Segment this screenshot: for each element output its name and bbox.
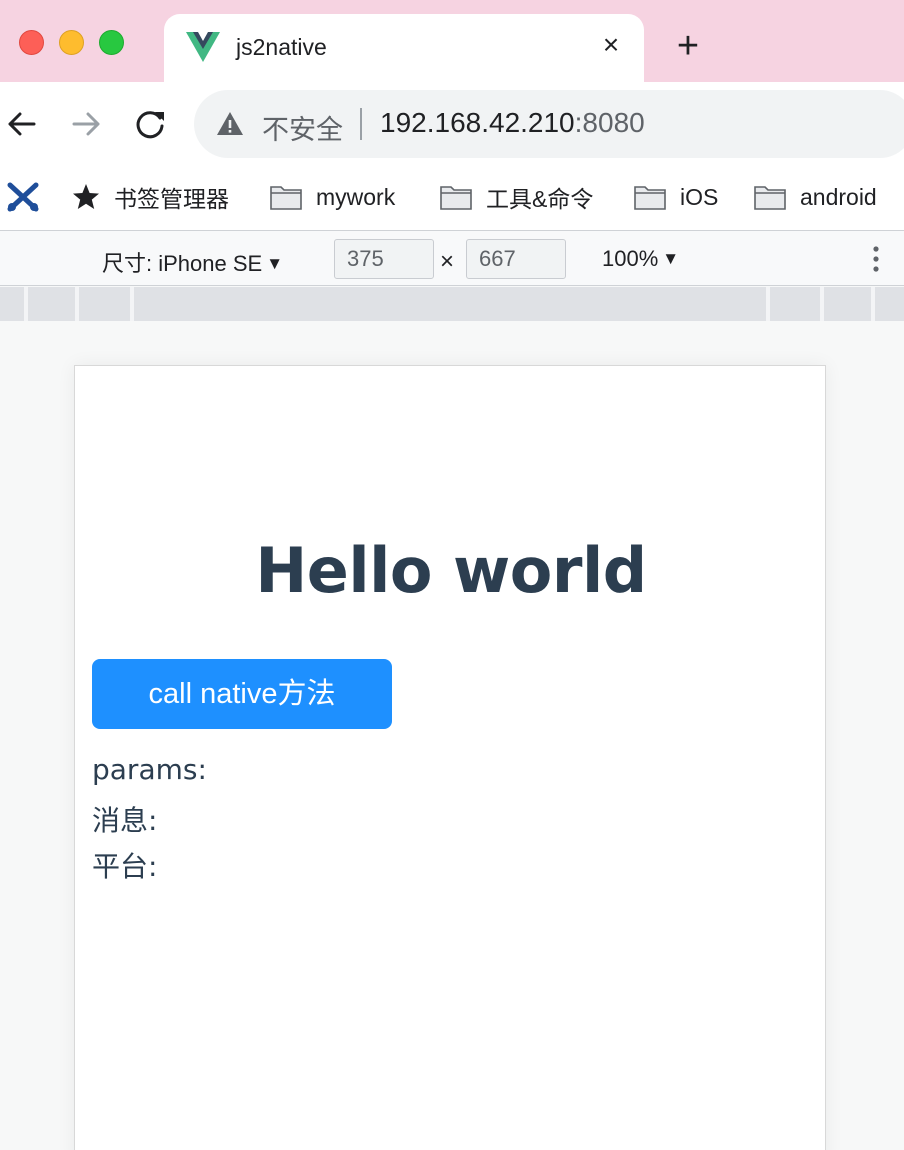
dropdown-caret-icon: ▼ [662,249,680,268]
forward-arrow-icon[interactable] [64,102,108,146]
url-host: 192.168.42.210 [380,107,575,138]
ruler-tick [820,287,824,321]
bookmark-app-icon [7,182,39,212]
device-dropdown[interactable]: 尺寸: iPhone SE ▼ [102,246,283,278]
url-port: :8080 [574,107,645,138]
security-label[interactable]: 不安全 [262,108,343,147]
device-toolbar: 尺寸: iPhone SE▼ × 100%▼ [0,230,904,286]
star-icon [73,184,99,209]
bookmark-folder-ios[interactable]: iOS [634,180,718,214]
bookmark-label: iOS [680,183,719,210]
ruler-tick [130,287,134,321]
bookmark-folder-mywork[interactable]: mywork [270,180,395,214]
bookmark-manager[interactable]: 书签管理器 [72,180,229,214]
params-label: params: [92,753,207,786]
bookmark-folder-tools[interactable]: 工具&命令 [440,180,593,214]
bookmark-label: android [800,183,877,210]
bookmark-label: 书签管理器 [114,186,229,212]
ruler-tick [75,287,79,321]
bookmark-folder-android[interactable]: android [754,180,877,214]
close-tab-icon[interactable]: × [596,30,626,60]
media-query-ruler[interactable] [0,287,904,321]
back-arrow-icon[interactable] [0,102,44,146]
bookmark-label: mywork [316,183,396,210]
address-bar[interactable]: 不安全 192.168.42.210:8080 [194,90,904,158]
ruler-tick [871,287,875,321]
warning-icon[interactable] [216,110,244,138]
ruler-tick [766,287,770,321]
tab-strip: js2native × + [0,0,904,82]
bookmarks-bar: 书签管理器 mywork 工具&命令 iOS android [0,168,904,230]
dropdown-caret-icon: ▼ [266,254,284,273]
call-native-button[interactable]: call native方法 [92,659,392,729]
more-options-icon[interactable] [868,244,884,274]
ruler-tick [24,287,28,321]
device-viewport: Hello world call native方法 params: 消息: 平台… [74,365,826,1150]
message-label: 消息: [92,804,158,837]
zoom-label: 100% [602,246,659,271]
dimension-separator: × [440,248,455,275]
omnibox-divider [360,108,362,140]
new-tab-button[interactable]: + [670,27,706,65]
reload-icon[interactable] [128,102,172,146]
maximize-window-button[interactable] [99,30,124,55]
height-input[interactable] [466,239,566,279]
folder-icon [754,186,786,210]
tab-title: js2native [236,34,327,60]
bookmark-app[interactable] [6,180,40,214]
close-window-button[interactable] [19,30,44,55]
minimize-window-button[interactable] [59,30,84,55]
folder-icon [634,186,666,210]
vue-logo-icon [186,32,220,62]
active-tab[interactable]: js2native × [164,14,644,82]
folder-icon [440,186,472,210]
platform-label: 平台: [92,850,158,883]
folder-icon [270,186,302,210]
browser-toolbar: 不安全 192.168.42.210:8080 [0,82,904,168]
width-input[interactable] [334,239,434,279]
page-heading: Hello world [255,534,647,607]
url-text[interactable]: 192.168.42.210:8080 [380,107,645,139]
zoom-dropdown[interactable]: 100% ▼ [602,246,679,272]
bookmark-label: 工具&命令 [486,186,594,212]
device-label: 尺寸: iPhone SE [102,251,263,276]
